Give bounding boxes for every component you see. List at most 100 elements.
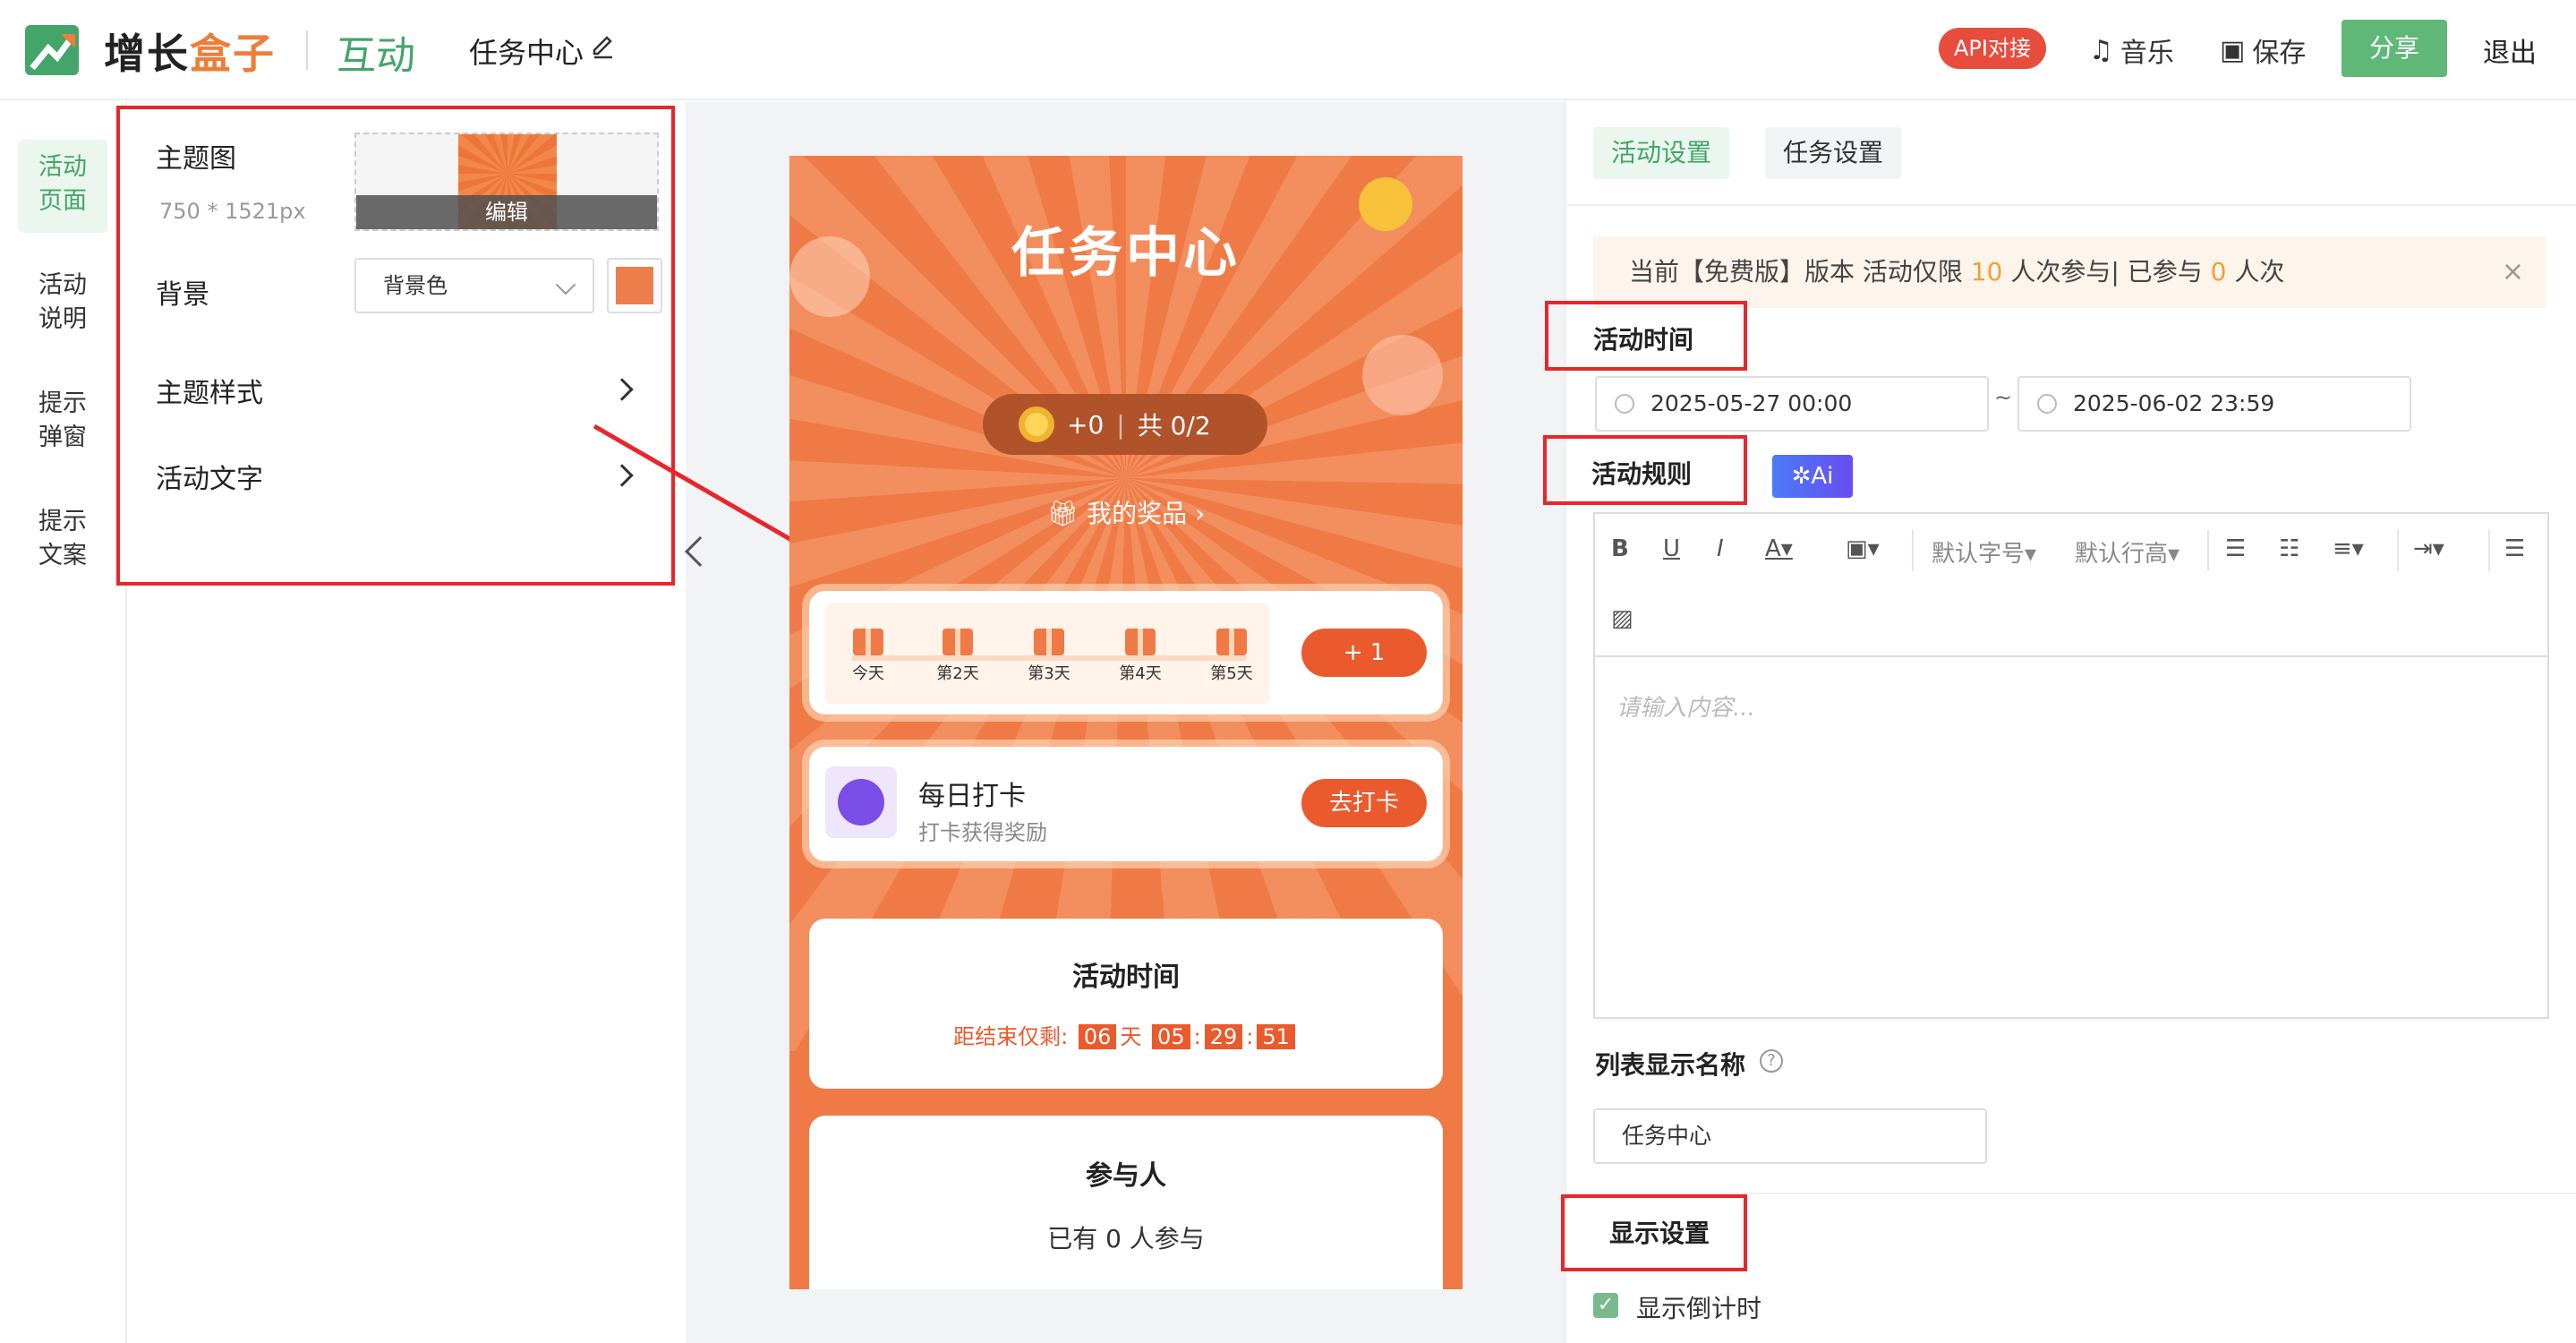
- plus-one-button[interactable]: + 1: [1301, 629, 1427, 677]
- checkin-title: 每日打卡: [918, 781, 1026, 812]
- divider-line-icon[interactable]: ☰: [2504, 535, 2525, 562]
- bold-icon[interactable]: B: [1611, 535, 1629, 562]
- checkin-subtitle: 打卡获得奖励: [918, 820, 1047, 845]
- color-swatch: [616, 267, 653, 304]
- music-icon: ♫: [2089, 34, 2113, 66]
- activity-title: 任务中心: [469, 36, 584, 70]
- toolbar-separator: [2397, 530, 2399, 571]
- participants-title: 参与人: [1086, 1160, 1166, 1192]
- settings-panel: 活动设置 任务设置 当前【免费版】版本 活动仅限 10 人次参与| 已参与 0 …: [1543, 102, 2576, 1343]
- activity-text-label: 活动文字: [156, 464, 263, 495]
- gold-coin-icon: [1359, 177, 1412, 231]
- save-icon: ▣: [2220, 34, 2246, 66]
- end-time-input[interactable]: 2025-06-02 23:59: [2017, 376, 2411, 432]
- gift-icon: [1034, 629, 1064, 655]
- preview-title: 任务中心: [1011, 222, 1241, 285]
- logout-button[interactable]: 退出: [2483, 30, 2537, 70]
- countdown-seconds: 51: [1257, 1024, 1295, 1049]
- nav-prompt-popup[interactable]: 提示 弹窗: [18, 376, 107, 469]
- activity-time-card: 活动时间 距结束仅剩: 06 天 05:29:51: [809, 919, 1443, 1089]
- italic-icon[interactable]: I: [1717, 535, 1724, 562]
- day-item: 第3天: [1022, 629, 1076, 684]
- background-color-picker[interactable]: [607, 258, 662, 313]
- gift-icon: [1125, 629, 1156, 655]
- redpacket-bubble-icon: [1362, 335, 1443, 415]
- my-prizes-link[interactable]: 🎁︎ 我的奖品 ›: [789, 494, 1463, 530]
- numbered-list-icon[interactable]: ☷: [2279, 535, 2299, 562]
- toolbar-separator: [2488, 530, 2490, 571]
- checkin-button[interactable]: 去打卡: [1301, 779, 1427, 827]
- logo-icon: [25, 25, 79, 75]
- coin-count: +0: [1067, 409, 1105, 440]
- brand-name: 增长盒子: [104, 30, 276, 78]
- gift-icon: [853, 629, 883, 655]
- align-icon[interactable]: ≡▾: [2333, 535, 2364, 562]
- ai-assist-button[interactable]: ✲Ai: [1772, 455, 1853, 498]
- module-name: 互动: [337, 33, 415, 79]
- gift-bubble-icon: [789, 236, 870, 317]
- toolbar-separator: [1912, 530, 1914, 571]
- display-settings-label: 显示设置: [1561, 1194, 1747, 1271]
- theme-image-thumbnail[interactable]: 编辑: [354, 133, 659, 231]
- save-label: 保存: [2252, 38, 2307, 69]
- nav-activity-page[interactable]: 活动 页面: [18, 140, 107, 233]
- api-button[interactable]: API对接: [1939, 28, 2046, 69]
- font-size-select[interactable]: 默认字号▾: [1932, 535, 2036, 569]
- day-item: 第5天: [1205, 629, 1258, 684]
- checkin-calendar-card: 今天 第2天 第3天 第4天 第5天 + 1: [809, 591, 1443, 714]
- show-countdown-checkbox[interactable]: ✓: [1593, 1293, 1618, 1318]
- close-icon[interactable]: ×: [2502, 236, 2524, 308]
- nav-prompt-copy[interactable]: 提示 文案: [18, 494, 107, 587]
- pill-divider: |: [1116, 409, 1125, 440]
- help-icon[interactable]: ?: [1760, 1049, 1783, 1073]
- share-button[interactable]: 分享: [2341, 20, 2447, 77]
- gift-icon: [1216, 629, 1247, 655]
- highlight-icon[interactable]: ▣▾: [1846, 535, 1880, 562]
- daily-checkin-card: 每日打卡 打卡获得奖励 去打卡: [809, 747, 1443, 861]
- nav-activity-description[interactable]: 活动 说明: [18, 258, 107, 351]
- tab-activity-settings[interactable]: 活动设置: [1593, 127, 1730, 179]
- editor-toolbar: B U I A▾ ▣▾ 默认字号▾ 默认行高▾ ☰ ☷ ≡▾ ⇥▾ ☰ ▨: [1595, 514, 2547, 657]
- page-config-panel: 主题图 750 * 1521px 编辑 背景 背景色 主题样式 活动文字: [116, 106, 675, 586]
- countdown-label: 距结束仅剩:: [953, 1024, 1069, 1049]
- my-prizes-label: 我的奖品: [1087, 499, 1188, 528]
- background-type-select[interactable]: 背景色: [354, 258, 594, 313]
- day-item: 第2天: [931, 629, 985, 684]
- day-item: 今天: [841, 629, 895, 684]
- activity-text-row[interactable]: 活动文字: [156, 457, 657, 495]
- underline-icon[interactable]: U: [1663, 535, 1680, 562]
- header-divider: [306, 30, 308, 70]
- participants-count: 已有 0 人参与: [1047, 1224, 1205, 1253]
- participants-card: 参与人 已有 0 人参与: [809, 1116, 1443, 1289]
- bullet-list-icon[interactable]: ☰: [2225, 535, 2246, 562]
- coin-icon: [1019, 406, 1054, 442]
- image-icon[interactable]: ▨: [1611, 605, 1633, 632]
- edit-title-icon[interactable]: [591, 34, 616, 59]
- background-type-value: 背景色: [383, 273, 448, 298]
- font-color-icon[interactable]: A▾: [1765, 535, 1793, 562]
- task-progress: 共 0/2: [1137, 411, 1211, 441]
- start-time-input[interactable]: 2025-05-27 00:00: [1595, 376, 1989, 432]
- theme-image-label: 主题图: [156, 143, 236, 175]
- save-button[interactable]: ▣ 保存: [2220, 30, 2306, 70]
- chevron-right-icon: [610, 378, 634, 401]
- phone-preview: 任务中心 +0 | 共 0/2 🎁︎ 我的奖品 › 今天 第2天 第3天 第4天…: [789, 156, 1463, 1289]
- toolbar-separator: [2207, 530, 2209, 571]
- indent-icon[interactable]: ⇥▾: [2413, 535, 2444, 562]
- chevron-down-icon: [555, 274, 576, 295]
- edit-image-button[interactable]: 编辑: [356, 195, 657, 229]
- alarm-clock-icon: [825, 766, 897, 838]
- activity-time-title: 活动时间: [1072, 962, 1180, 993]
- countdown-days: 06: [1078, 1024, 1117, 1049]
- tab-task-settings[interactable]: 任务设置: [1765, 127, 1902, 179]
- clock-icon: [1615, 394, 1634, 414]
- music-button[interactable]: ♫ 音乐: [2089, 30, 2174, 70]
- theme-image-size: 750 * 1521px: [159, 199, 306, 224]
- editor-placeholder[interactable]: 请输入内容...: [1616, 689, 1755, 723]
- list-name-input[interactable]: 任务中心: [1593, 1108, 1987, 1164]
- theme-style-row[interactable]: 主题样式: [156, 371, 657, 409]
- list-name-label: 列表显示名称: [1595, 1050, 1746, 1080]
- left-sidebar: 活动 页面 活动 说明 提示 弹窗 提示 文案: [0, 102, 127, 1343]
- background-label: 背景: [156, 279, 209, 311]
- line-height-select[interactable]: 默认行高▾: [2075, 535, 2179, 569]
